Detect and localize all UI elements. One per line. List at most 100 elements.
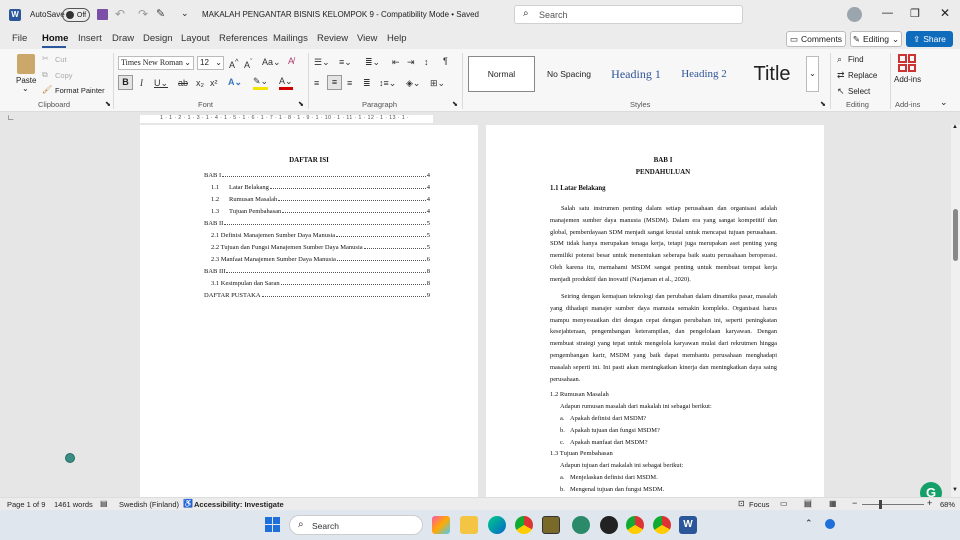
paragraph-launcher-icon[interactable]: ⬊: [452, 100, 458, 108]
accessibility-status[interactable]: Accessibility: Investigate: [194, 500, 284, 509]
grow-font-icon[interactable]: A^: [229, 57, 239, 70]
page-1[interactable]: DAFTAR ISI BAB I 4 1.1 Latar Belakang 4 1.2 Ru…: [140, 125, 478, 497]
zoom-in-icon[interactable]: +: [927, 498, 932, 508]
avatar[interactable]: [847, 7, 862, 22]
addins-button[interactable]: Add-ins: [894, 75, 921, 84]
tab-references[interactable]: References: [219, 33, 268, 44]
multilevel-list-icon[interactable]: ≣⌄: [365, 57, 380, 68]
comments-button[interactable]: ▭ Comments: [786, 31, 846, 47]
toc-entry[interactable]: 3.1 Kesimpulan dan Saran 8: [204, 275, 430, 287]
style-title[interactable]: Title: [739, 56, 805, 92]
focus-button[interactable]: Focus: [749, 500, 769, 509]
web-layout-icon[interactable]: ▦: [829, 499, 837, 508]
align-left-icon[interactable]: ≡: [314, 78, 319, 88]
page-count[interactable]: Page 1 of 9: [7, 500, 45, 509]
toc-entry[interactable]: 1.2 Rumusan Masalah 4: [204, 191, 430, 203]
toc-entry[interactable]: 2.3 Manfaat Manajemen Sumber Daya Manusi…: [204, 251, 430, 263]
copy-icon[interactable]: ⧉: [42, 70, 48, 80]
sort-icon[interactable]: ↕: [424, 57, 429, 67]
draw-pen-icon[interactable]: ✎: [156, 7, 165, 20]
strikethrough-button[interactable]: ab: [178, 78, 188, 88]
cut-icon[interactable]: ✂: [42, 54, 49, 63]
shrink-font-icon[interactable]: Aˇ: [244, 57, 253, 70]
toc-entry[interactable]: BAB II 5: [204, 215, 430, 227]
zoom-level[interactable]: 68%: [940, 500, 955, 509]
tab-insert[interactable]: Insert: [78, 33, 102, 44]
bold-button[interactable]: B: [118, 75, 133, 90]
select-button[interactable]: Select: [848, 87, 870, 96]
font-launcher-icon[interactable]: ⬊: [298, 100, 304, 108]
italic-button[interactable]: I: [140, 78, 143, 88]
collapse-ribbon-icon[interactable]: ⌄: [940, 97, 948, 108]
styles-launcher-icon[interactable]: ⬊: [820, 100, 826, 108]
find-button[interactable]: Find: [848, 55, 864, 64]
align-right-icon[interactable]: ≡: [347, 78, 352, 88]
redo-icon[interactable]: ↷: [138, 7, 148, 21]
restore-icon[interactable]: ❐: [910, 7, 920, 20]
toc-entry[interactable]: 1.1 Latar Belakang 4: [204, 179, 430, 191]
clear-formatting-icon[interactable]: A̸: [288, 56, 294, 66]
font-size-select[interactable]: 12 ⌄: [197, 56, 224, 70]
tab-home[interactable]: Home: [42, 33, 68, 44]
photos-app-icon[interactable]: [432, 516, 450, 534]
zoom-out-icon[interactable]: −: [852, 498, 857, 508]
file-explorer-icon[interactable]: [460, 516, 478, 534]
cut-button[interactable]: Cut: [55, 55, 67, 64]
find-icon[interactable]: ⌕: [837, 54, 842, 65]
highlight-icon[interactable]: ✎⌄: [253, 76, 269, 90]
select-icon[interactable]: ↖: [837, 86, 845, 97]
undo-icon[interactable]: ↶: [115, 7, 125, 21]
change-case-icon[interactable]: Aa⌄: [262, 57, 281, 68]
increase-indent-icon[interactable]: ⇥: [407, 57, 415, 68]
toc-entry[interactable]: DAFTAR PUSTAKA 9: [204, 287, 430, 299]
style-no-spacing[interactable]: No Spacing: [537, 56, 601, 92]
share-button[interactable]: ⇪ Share: [906, 31, 953, 47]
tab-mailings[interactable]: Mailings: [273, 33, 308, 44]
justify-icon[interactable]: ≣: [363, 78, 371, 89]
tab-help[interactable]: Help: [387, 33, 407, 44]
style-heading-2[interactable]: Heading 2: [671, 56, 737, 92]
focus-icon[interactable]: ⊡: [738, 499, 745, 508]
addins-icon[interactable]: [898, 54, 916, 72]
borders-icon[interactable]: ⊞⌄: [430, 78, 445, 89]
underline-button[interactable]: U⌄: [154, 78, 168, 89]
text-effects-icon[interactable]: A⌄: [228, 77, 242, 88]
ruler-strip[interactable]: 1 · 1 · 2 · 1 · 3 · 1 · 4 · 1 · 5 · 1 · …: [140, 115, 433, 123]
chrome-icon[interactable]: [515, 516, 533, 534]
start-icon[interactable]: [265, 517, 280, 532]
toc-entry[interactable]: 2.2 Tujuan dan Fungsi Manajemen Sumber D…: [204, 239, 430, 251]
edge-icon[interactable]: [488, 516, 506, 534]
vertical-scrollbar[interactable]: ▲ ▼: [951, 124, 960, 497]
replace-button[interactable]: Replace: [848, 71, 877, 80]
paste-chevron-icon[interactable]: ⌄: [22, 84, 29, 93]
toc-entry[interactable]: 2.1 Definisi Manajemen Sumber Daya Manus…: [204, 227, 430, 239]
tab-view[interactable]: View: [357, 33, 377, 44]
line-spacing-icon[interactable]: ↕≡⌄: [379, 78, 396, 89]
format-painter-icon[interactable]: 🖌: [42, 85, 52, 94]
quick-access-more-icon[interactable]: ⌄: [181, 8, 189, 19]
tab-review[interactable]: Review: [317, 33, 348, 44]
copy-button[interactable]: Copy: [55, 71, 73, 80]
toc-entry[interactable]: BAB I 4: [204, 167, 430, 179]
font-name-select[interactable]: Times New Roman ⌄: [118, 56, 194, 70]
close-icon[interactable]: ✕: [940, 6, 950, 20]
taskbar-app-icon[interactable]: [600, 516, 618, 534]
ruler-tab-stop-icon[interactable]: ∟: [7, 113, 15, 122]
scroll-up-icon[interactable]: ▲: [952, 124, 958, 130]
numbering-icon[interactable]: ≡⌄: [339, 57, 352, 68]
read-mode-icon[interactable]: ▭: [780, 499, 788, 508]
subscript-button[interactable]: x₂: [196, 78, 204, 88]
taskbar-search[interactable]: ⌕ Search: [289, 515, 423, 535]
style-normal[interactable]: Normal: [468, 56, 535, 92]
superscript-button[interactable]: x²: [210, 78, 218, 88]
page-2[interactable]: BAB I PENDAHULUAN 1.1 Latar Belakang Sal…: [486, 125, 824, 497]
clipboard-launcher-icon[interactable]: ⬊: [105, 100, 111, 108]
word-count[interactable]: 1461 words: [54, 500, 93, 509]
print-layout-icon[interactable]: ▤: [804, 499, 812, 508]
taskbar-app-icon[interactable]: [572, 516, 590, 534]
zoom-slider-thumb[interactable]: [879, 500, 882, 509]
search-box[interactable]: ⌕ Search: [514, 5, 743, 24]
chrome-icon[interactable]: [653, 516, 671, 534]
pilcrow-icon[interactable]: ¶: [443, 56, 448, 66]
font-color-icon[interactable]: A⌄: [279, 76, 293, 90]
